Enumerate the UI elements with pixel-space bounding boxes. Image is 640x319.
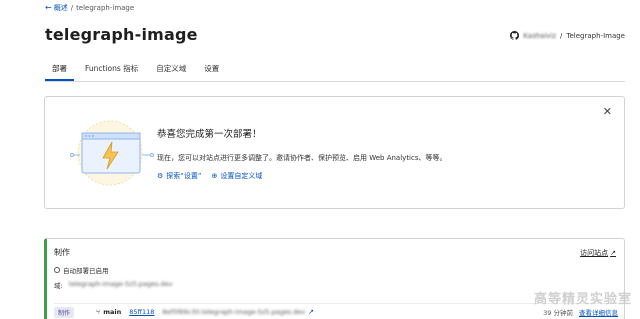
tab-functions-metrics[interactable]: Functions 指标 — [78, 63, 145, 81]
deployment-url-link[interactable]: 8ef5f69c30.telegraph-image-5z5.pages.dev — [162, 308, 305, 316]
watermark-text: 高等精灵实验室 — [533, 292, 632, 307]
deploy-illustration — [70, 120, 154, 186]
tab-bar: 部署 Functions 指标 自定义域 设置 — [45, 60, 625, 82]
explore-settings-link[interactable]: ⚙ 探索“设置” — [157, 171, 202, 181]
tab-custom-domains[interactable]: 自定义域 — [149, 63, 193, 81]
breadcrumb-back-link[interactable]: ← 概述 — [45, 3, 68, 13]
card-description: 现在，您可以对站点进行更多调整了。邀请协作者、保护预览、启用 Web Analy… — [157, 154, 447, 162]
gear-icon: ⚙ — [157, 172, 164, 180]
card-heading: 恭喜您完成第一次部署！ — [157, 129, 262, 140]
repo-owner: Kashaiviz — [523, 31, 557, 40]
repo-link[interactable]: Kashaiviz / Telegraph-Image — [510, 31, 625, 40]
tab-deployments[interactable]: 部署 — [45, 63, 74, 81]
tab-settings[interactable]: 设置 — [197, 63, 226, 81]
domain-row: 域: telegraph-image-5z5.pages.dev — [54, 280, 173, 290]
close-icon[interactable]: ✕ — [603, 106, 612, 117]
card-links: ⚙ 探索“设置” ⊕ 设置自定义域 — [157, 171, 262, 181]
domain-link[interactable]: telegraph-image-5z5.pages.dev — [69, 280, 173, 290]
setup-custom-domain-link[interactable]: ⊕ 设置自定义域 — [212, 171, 263, 181]
branch-name: main — [103, 308, 122, 316]
repo-name: Telegraph-Image — [566, 31, 625, 40]
visit-site-link[interactable]: 访问站点 ↗ — [580, 248, 616, 258]
breadcrumb-current: telegraph-image — [76, 4, 135, 12]
production-title: 制作 — [54, 248, 70, 257]
view-details-link[interactable]: 查看详细信息 — [579, 307, 618, 317]
production-badge: 制作 — [54, 306, 75, 318]
first-deploy-card: ✕ 恭喜您完成第一次部署！ 现在，您可以对站点进行更多调整了。邀请协作者、保护预… — [44, 96, 625, 209]
breadcrumb: ← 概述 / telegraph-image — [45, 3, 135, 13]
arrow-left-icon: ← — [45, 3, 52, 12]
external-link-icon: ↗ — [610, 249, 616, 257]
external-link-icon[interactable]: ↗ — [308, 308, 314, 316]
status-circle-icon — [54, 267, 60, 273]
github-icon — [510, 31, 520, 40]
page-title: telegraph-image — [45, 25, 198, 44]
branch-icon: ⑂ — [96, 308, 101, 316]
deploy-time: 39 分钟前 — [543, 309, 573, 317]
commit-hash-link[interactable]: 85ff118 — [129, 308, 154, 316]
globe-icon: ⊕ — [211, 172, 218, 180]
auto-deploy-status: 自动部署已启用 — [54, 265, 109, 275]
